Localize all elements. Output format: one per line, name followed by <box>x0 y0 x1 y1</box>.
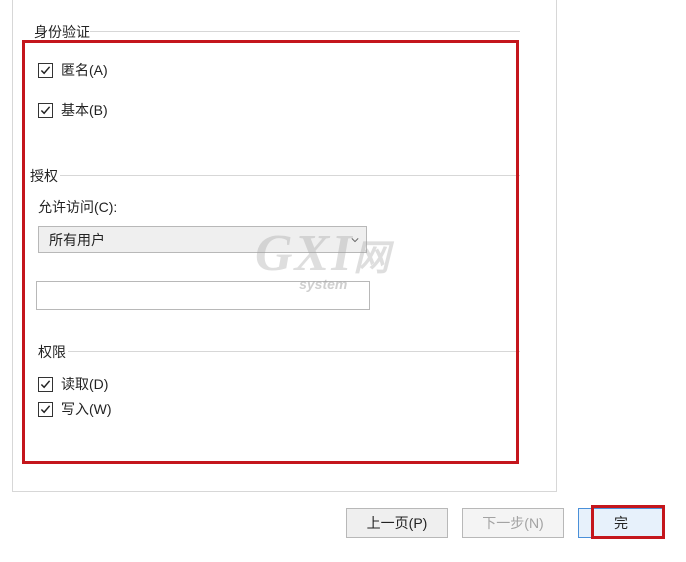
authz-section-title: 授权 <box>30 166 58 186</box>
read-checkbox[interactable] <box>38 377 53 392</box>
previous-button[interactable]: 上一页(P) <box>346 508 448 538</box>
write-label: 写入(W) <box>61 399 112 419</box>
allow-access-select[interactable]: 所有用户 <box>38 226 367 253</box>
anonymous-checkbox-row[interactable]: 匿名(A) <box>38 60 108 80</box>
read-checkbox-row[interactable]: 读取(D) <box>38 374 108 394</box>
write-checkbox-row[interactable]: 写入(W) <box>38 399 112 419</box>
next-button: 下一步(N) <box>462 508 564 538</box>
anonymous-checkbox[interactable] <box>38 63 53 78</box>
anonymous-label: 匿名(A) <box>61 60 108 80</box>
allow-access-label: 允许访问(C): <box>38 197 117 217</box>
basic-checkbox[interactable] <box>38 103 53 118</box>
auth-section-title: 身份验证 <box>34 22 90 42</box>
read-label: 读取(D) <box>61 374 108 394</box>
basic-label: 基本(B) <box>61 100 108 120</box>
wizard-footer: 上一页(P) 下一步(N) 完 <box>0 508 686 548</box>
divider <box>68 351 520 352</box>
divider <box>60 175 520 176</box>
finish-button[interactable]: 完 <box>578 508 664 538</box>
allow-access-input[interactable] <box>36 281 370 310</box>
perm-section-title: 权限 <box>38 342 66 362</box>
write-checkbox[interactable] <box>38 402 53 417</box>
divider <box>90 31 520 32</box>
chevron-down-icon <box>350 235 360 245</box>
basic-checkbox-row[interactable]: 基本(B) <box>38 100 108 120</box>
allow-access-value: 所有用户 <box>49 230 105 250</box>
